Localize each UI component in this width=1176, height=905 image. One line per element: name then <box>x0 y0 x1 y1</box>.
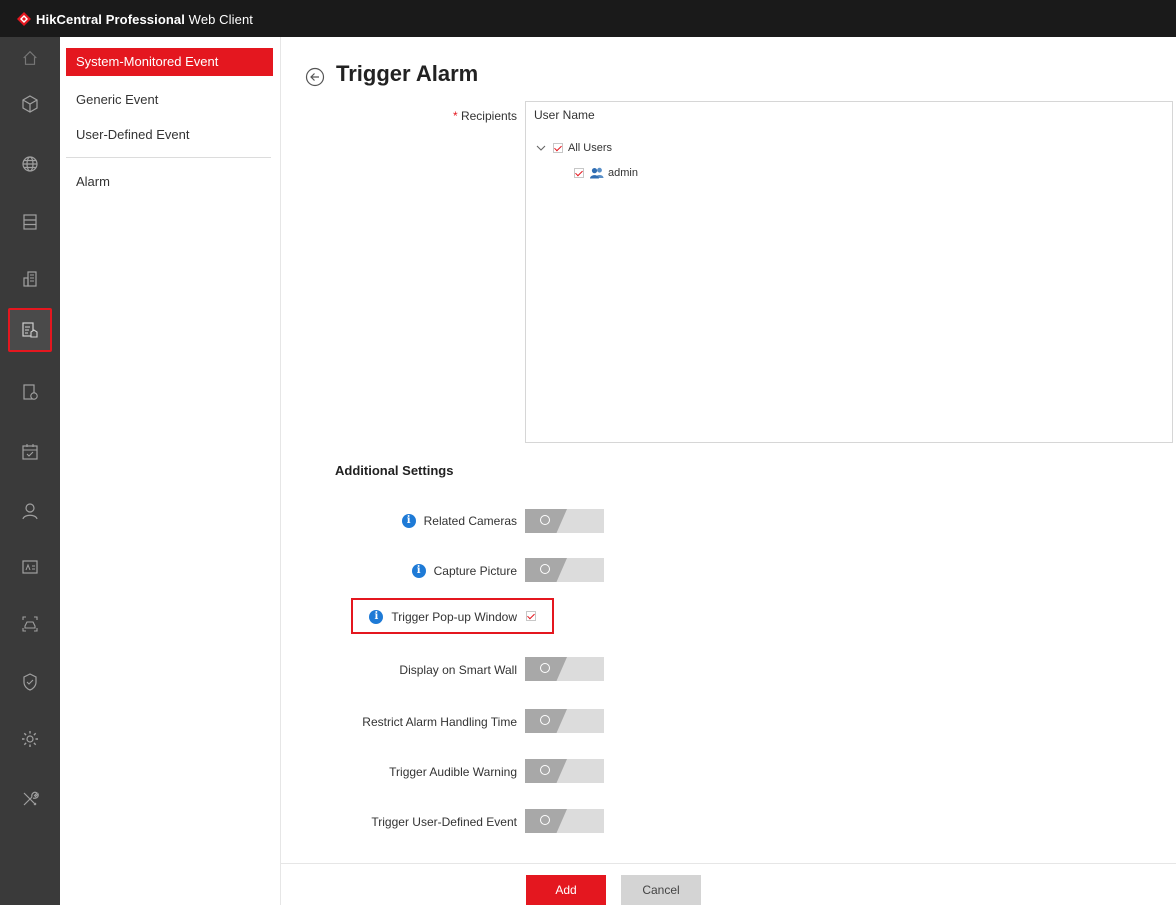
event-submenu: System-Monitored Event Generic Event Use… <box>60 37 281 905</box>
recipients-label: * Recipients <box>452 109 517 123</box>
person-icon[interactable] <box>8 489 52 533</box>
tree-node-label: All Users <box>568 142 613 154</box>
cube-icon[interactable] <box>8 82 52 126</box>
capture-picture-label: i Capture Picture <box>411 564 517 578</box>
hikcentral-logo-icon <box>17 12 31 26</box>
brand: HikCentral Professional Web Client <box>16 9 253 29</box>
shield-icon[interactable] <box>8 660 52 704</box>
trigger-popup-window-checkbox[interactable] <box>526 611 536 621</box>
recipients-column-header: User Name <box>525 101 1173 129</box>
submenu-item-system-monitored-event[interactable]: System-Monitored Event <box>66 48 273 76</box>
add-button[interactable]: Add <box>526 875 606 905</box>
footer-divider <box>281 863 1176 864</box>
user-group-icon <box>590 167 604 179</box>
display-on-smart-wall-toggle[interactable] <box>525 657 604 681</box>
trigger-user-defined-event-label: Trigger User-Defined Event <box>371 815 517 829</box>
app-title: HikCentral Professional Web Client <box>36 11 254 27</box>
display-on-smart-wall-label: Display on Smart Wall <box>399 663 517 677</box>
all-users-checkbox[interactable] <box>553 143 563 153</box>
cancel-button[interactable]: Cancel <box>621 875 701 905</box>
home-icon[interactable] <box>8 40 52 76</box>
recipients-tree: All Users admin <box>525 128 1173 443</box>
restrict-alarm-handling-time-label: Restrict Alarm Handling Time <box>362 715 517 729</box>
restrict-alarm-handling-time-toggle[interactable] <box>525 709 604 733</box>
trigger-popup-window-label: i Trigger Pop-up Window <box>369 610 517 624</box>
globe-icon[interactable] <box>8 142 52 186</box>
info-icon[interactable]: i <box>411 564 426 578</box>
trigger-audible-warning-label: Trigger Audible Warning <box>389 765 517 779</box>
additional-settings-title: Additional Settings <box>335 463 454 478</box>
related-cameras-label: i Related Cameras <box>401 514 517 528</box>
tree-node-admin[interactable]: admin <box>574 164 638 182</box>
icon-sidebar <box>0 37 60 905</box>
tools-icon[interactable] <box>8 777 52 821</box>
record-schedule-icon[interactable] <box>8 370 52 414</box>
tree-node-label: admin <box>608 167 638 179</box>
trigger-user-defined-event-toggle[interactable] <box>525 809 604 833</box>
submenu-item-generic-event[interactable]: Generic Event <box>66 86 273 114</box>
trigger-audible-warning-toggle[interactable] <box>525 759 604 783</box>
chevron-down-icon[interactable] <box>536 143 546 153</box>
server-icon[interactable] <box>8 200 52 244</box>
page-title: Trigger Alarm <box>336 61 479 86</box>
id-card-icon[interactable] <box>8 545 52 589</box>
calendar-icon[interactable] <box>8 430 52 474</box>
vehicle-icon[interactable] <box>8 602 52 646</box>
settings-icon[interactable] <box>8 717 52 761</box>
back-arrow-icon[interactable] <box>305 67 325 87</box>
info-icon[interactable]: i <box>401 514 416 528</box>
app-title-bar: HikCentral Professional Web Client <box>0 0 1176 37</box>
admin-checkbox[interactable] <box>574 168 584 178</box>
capture-picture-toggle[interactable] <box>525 558 604 582</box>
related-cameras-toggle[interactable] <box>525 509 604 533</box>
submenu-item-alarm[interactable]: Alarm <box>66 168 273 196</box>
info-icon[interactable]: i <box>369 610 384 624</box>
required-marker: * <box>452 109 458 123</box>
submenu-divider <box>66 157 271 158</box>
event-config-icon[interactable] <box>8 308 52 352</box>
building-icon[interactable] <box>8 257 52 301</box>
tree-node-all-users[interactable]: All Users <box>536 139 612 157</box>
submenu-item-user-defined-event[interactable]: User-Defined Event <box>66 121 273 149</box>
main-panel: Trigger Alarm * Recipients User Name All… <box>281 37 1176 905</box>
